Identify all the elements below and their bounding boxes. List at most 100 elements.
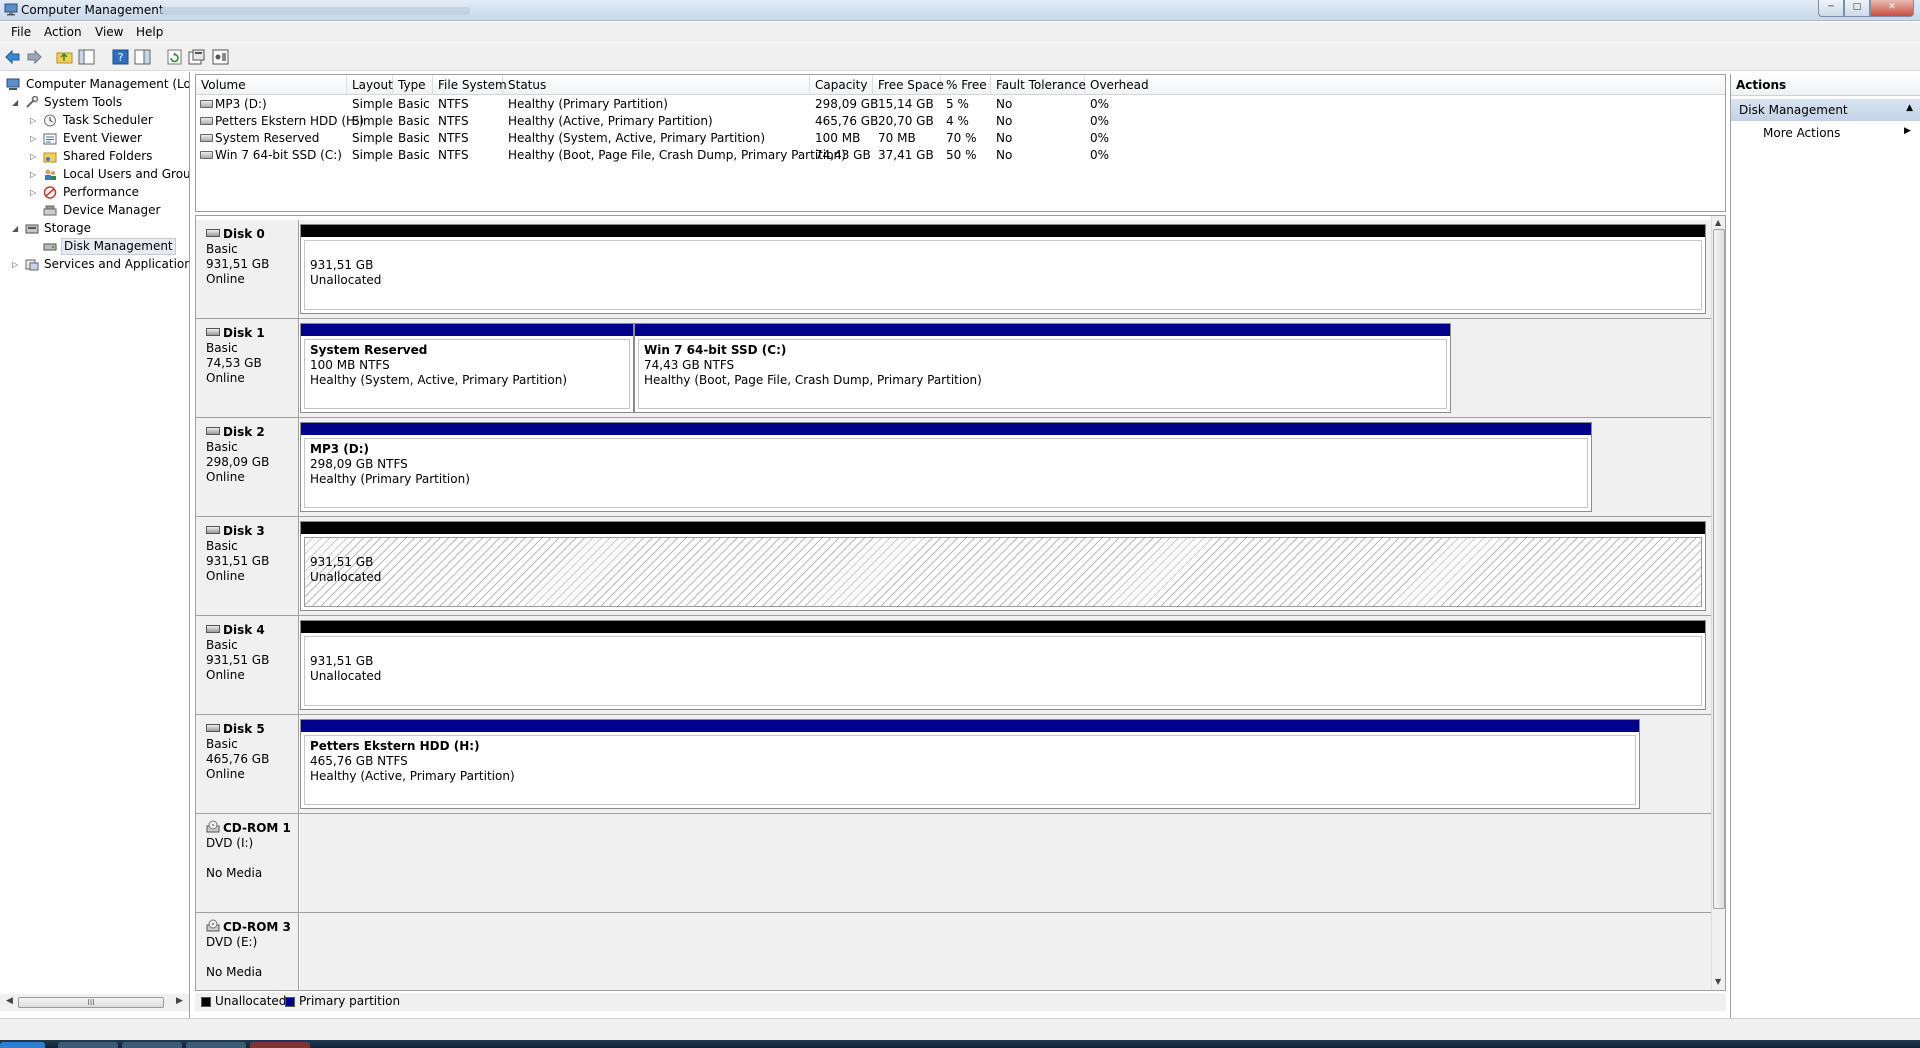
console-tree-icon[interactable] (78, 49, 95, 65)
column-header-fault-tolerance[interactable]: Fault Tolerance (991, 75, 1086, 95)
disk-view-vertical-scrollbar[interactable]: ▲ ▼ (1711, 216, 1725, 990)
column-header-status[interactable]: Status (503, 75, 810, 95)
taskbar-item[interactable] (58, 1042, 118, 1048)
disk-row-disk-3[interactable]: Disk 3 Basic 931,51 GB Online 931,51 GB … (196, 517, 1712, 616)
disk-row-disk-2[interactable]: Disk 2 Basic 298,09 GB Online MP3 (D:) 2… (196, 418, 1712, 517)
disk-state: Online (206, 668, 245, 682)
forward-arrow-icon[interactable] (26, 49, 43, 65)
legend-swatch-unallocated (201, 997, 211, 1007)
menu-file[interactable]: File (11, 25, 31, 39)
scroll-left-icon[interactable]: ◀ (6, 996, 13, 1006)
menu-action[interactable]: Action (44, 25, 82, 39)
menu-view[interactable]: View (95, 25, 123, 39)
cell-file-system: NTFS (438, 97, 469, 111)
scroll-right-icon[interactable]: ▶ (176, 996, 183, 1006)
table-row[interactable]: MP3 (D:) Simple Basic NTFS Healthy (Prim… (196, 96, 1725, 113)
disk-row-cdrom-3[interactable]: CD-ROM 3 DVD (E:) No Media (196, 913, 1712, 990)
submenu-arrow-icon[interactable]: ▶ (1904, 126, 1911, 136)
taskbar-item[interactable] (186, 1042, 246, 1048)
disk-info[interactable]: Disk 5 Basic 465,76 GB Online (196, 715, 299, 813)
cell-type: Basic (398, 97, 430, 111)
title-bar[interactable]: Computer Management ─ □ ✕ (0, 0, 1920, 21)
disk-type: Basic (206, 341, 238, 355)
up-folder-icon[interactable] (56, 49, 73, 65)
partition-system-reserved[interactable]: System Reserved 100 MB NTFS Healthy (Sys… (300, 323, 634, 413)
disk-state: Online (206, 767, 245, 781)
column-header-file-system[interactable]: File System (433, 75, 507, 95)
expand-arrow-icon[interactable]: ▷ (30, 130, 39, 147)
refresh-icon[interactable] (166, 49, 183, 65)
tree-horizontal-scrollbar[interactable]: ◀ III ▶ (0, 994, 189, 1011)
maximize-button[interactable]: □ (1844, 0, 1870, 17)
cell-layout: Simple (352, 148, 393, 162)
scroll-down-icon[interactable]: ▼ (1715, 977, 1721, 986)
collapse-arrow-icon[interactable]: ◢ (12, 220, 21, 237)
expand-arrow-icon[interactable]: ▷ (30, 166, 39, 183)
column-header-overhead[interactable]: Overhead (1085, 75, 1727, 95)
close-button[interactable]: ✕ (1870, 0, 1914, 17)
menu-help[interactable]: Help (136, 25, 163, 39)
table-row[interactable]: System Reserved Simple Basic NTFS Health… (196, 130, 1725, 147)
tree-item-label: Task Scheduler (63, 113, 153, 127)
properties-icon[interactable] (188, 49, 205, 65)
show-hide-pane-icon[interactable] (134, 49, 151, 65)
actions-section-disk-management[interactable]: Disk Management ▲ (1731, 99, 1920, 121)
partition-status: Healthy (System, Active, Primary Partiti… (310, 373, 568, 387)
partition-unallocated[interactable]: 931,51 GB Unallocated (300, 620, 1706, 710)
column-header-type[interactable]: Type (393, 75, 433, 95)
partition-bar (301, 720, 1639, 732)
expand-arrow-icon[interactable]: ▷ (12, 256, 21, 273)
partition-win7-ssd[interactable]: Win 7 64-bit SSD (C:) 74,43 GB NTFS Heal… (634, 323, 1451, 413)
taskbar-item[interactable] (250, 1042, 310, 1048)
collapse-arrow-icon[interactable]: ◢ (12, 94, 21, 111)
disk-info[interactable]: Disk 1 Basic 74,53 GB Online (196, 319, 299, 417)
column-header-percent-free[interactable]: % Free (941, 75, 991, 95)
collapse-up-icon[interactable]: ▲ (1906, 103, 1913, 113)
column-header-volume[interactable]: Volume (196, 75, 347, 95)
disk-info[interactable]: Disk 2 Basic 298,09 GB Online (196, 418, 299, 516)
disk-row-disk-1[interactable]: Disk 1 Basic 74,53 GB Online System Rese… (196, 319, 1712, 418)
scroll-up-icon[interactable]: ▲ (1715, 218, 1721, 227)
device-manager-icon (43, 205, 57, 216)
partition-mp3[interactable]: MP3 (D:) 298,09 GB NTFS Healthy (Primary… (300, 422, 1592, 512)
disk-row-cdrom-1[interactable]: CD-ROM 1 DVD (I:) No Media (196, 814, 1712, 913)
disk-info[interactable]: Disk 3 Basic 931,51 GB Online (196, 517, 299, 615)
disk-info[interactable]: Disk 0 Basic 931,51 GB Online (196, 220, 299, 318)
computer-management-icon (6, 78, 20, 90)
scroll-thumb[interactable]: III (18, 997, 164, 1008)
column-header-free-space[interactable]: Free Space (873, 75, 944, 95)
settings-icon[interactable] (212, 49, 229, 65)
disk-info[interactable]: CD-ROM 1 DVD (I:) No Media (196, 814, 299, 912)
tree-item-label: Disk Management (61, 238, 176, 255)
disk-size: 931,51 GB (206, 257, 270, 271)
disk-row-disk-0[interactable]: Disk 0 Basic 931,51 GB Online 931,51 GB … (196, 220, 1712, 319)
partition-petters-ekstern-hdd[interactable]: Petters Ekstern HDD (H:) 465,76 GB NTFS … (300, 719, 1640, 809)
back-arrow-icon[interactable] (4, 49, 21, 65)
scroll-thumb[interactable] (1713, 229, 1725, 909)
start-button[interactable] (0, 1042, 45, 1048)
column-header-capacity[interactable]: Capacity (810, 75, 873, 95)
expand-arrow-icon[interactable]: ▷ (30, 184, 39, 201)
disk-type: Basic (206, 737, 238, 751)
disk-row-disk-5[interactable]: Disk 5 Basic 465,76 GB Online Petters Ek… (196, 715, 1712, 814)
taskbar-item[interactable] (122, 1042, 182, 1048)
partition-unallocated[interactable]: 931,51 GB Unallocated (300, 224, 1706, 314)
cell-capacity: 74,43 GB (815, 148, 871, 162)
more-actions-link[interactable]: More Actions (1763, 126, 1840, 140)
partition-body: 931,51 GB Unallocated (304, 636, 1702, 706)
disk-info[interactable]: CD-ROM 3 DVD (E:) No Media (196, 913, 299, 990)
disk-row-disk-4[interactable]: Disk 4 Basic 931,51 GB Online 931,51 GB … (196, 616, 1712, 715)
table-row[interactable]: Win 7 64-bit SSD (C:) Simple Basic NTFS … (196, 147, 1725, 164)
expand-arrow-icon[interactable]: ▷ (30, 112, 39, 129)
cell-file-system: NTFS (438, 114, 469, 128)
table-row[interactable]: Petters Ekstern HDD (H:) Simple Basic NT… (196, 113, 1725, 130)
cell-capacity: 100 MB (815, 131, 861, 145)
partition-bar (301, 621, 1705, 633)
minimize-button[interactable]: ─ (1818, 0, 1844, 17)
disk-info[interactable]: Disk 4 Basic 931,51 GB Online (196, 616, 299, 714)
help-icon[interactable]: ? (112, 49, 129, 65)
cd-drive-letter: DVD (I:) (206, 836, 254, 850)
column-header-layout[interactable]: Layout (347, 75, 393, 95)
expand-arrow-icon[interactable]: ▷ (30, 148, 39, 165)
partition-unallocated[interactable]: 931,51 GB Unallocated (300, 521, 1706, 611)
